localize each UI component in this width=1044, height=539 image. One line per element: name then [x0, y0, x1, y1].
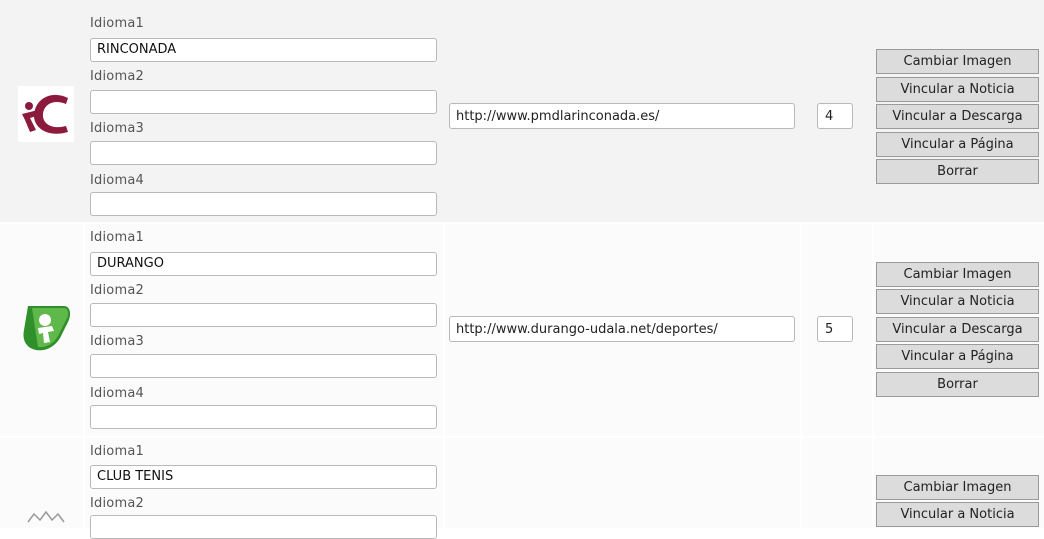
idioma3-field[interactable]	[90, 141, 437, 165]
table-row: Idioma1 CLUB TENIS Idioma2 Cambiar Image…	[0, 438, 1044, 539]
idioma1-field[interactable]: DURANGO	[90, 252, 437, 276]
names-cell: Idioma1 CLUB TENIS Idioma2	[85, 438, 443, 539]
idioma2-field[interactable]	[90, 303, 437, 327]
delete-button[interactable]: Borrar	[876, 372, 1039, 397]
table-row: Idioma1 RINCONADA Idioma2 Idioma3 Idioma…	[0, 0, 1044, 222]
order-cell	[802, 438, 872, 528]
idioma4-field[interactable]	[90, 192, 437, 216]
change-image-button[interactable]: Cambiar Imagen	[876, 262, 1039, 287]
url-field[interactable]: http://www.durango-udala.net/deportes/	[449, 316, 795, 342]
url-field[interactable]: http://www.pmdlarinconada.es/	[449, 103, 795, 129]
idioma1-field[interactable]: CLUB TENIS	[90, 465, 437, 489]
actions-cell: Cambiar Imagen Vincular a Noticia Vincul…	[874, 224, 1044, 436]
link-page-button[interactable]: Vincular a Página	[876, 344, 1039, 369]
table-row: Idioma1 DURANGO Idioma2 Idioma3 Idioma4 …	[0, 224, 1044, 436]
order-cell: 5	[802, 224, 872, 436]
url-cell: http://www.durango-udala.net/deportes/	[445, 224, 800, 436]
delete-button[interactable]: Borrar	[876, 159, 1039, 184]
actions-cell: Cambiar Imagen Vincular a Noticia	[874, 438, 1044, 528]
link-page-button[interactable]: Vincular a Página	[876, 132, 1039, 157]
idioma4-label: Idioma4	[90, 386, 144, 401]
logo-cell	[0, 224, 83, 436]
durango-logo-icon	[23, 306, 71, 351]
order-field[interactable]: 4	[817, 103, 853, 129]
link-news-button[interactable]: Vincular a Noticia	[876, 502, 1039, 527]
url-cell: http://www.pmdlarinconada.es/	[445, 0, 800, 222]
idioma1-label: Idioma1	[90, 444, 144, 459]
idioma4-field[interactable]	[90, 405, 437, 429]
logo-cell	[0, 438, 83, 528]
link-download-button[interactable]: Vincular a Descarga	[876, 317, 1039, 342]
idioma2-field[interactable]	[90, 90, 437, 114]
logo-cell	[0, 0, 83, 222]
change-image-button[interactable]: Cambiar Imagen	[876, 49, 1039, 74]
idioma4-label: Idioma4	[90, 173, 144, 188]
idioma1-label: Idioma1	[90, 16, 144, 31]
url-cell	[445, 438, 800, 528]
names-cell: Idioma1 DURANGO Idioma2 Idioma3 Idioma4	[85, 224, 443, 436]
actions-cell: Cambiar Imagen Vincular a Noticia Vincul…	[874, 0, 1044, 222]
idioma2-label: Idioma2	[90, 496, 144, 511]
link-news-button[interactable]: Vincular a Noticia	[876, 77, 1039, 102]
link-news-button[interactable]: Vincular a Noticia	[876, 289, 1039, 314]
idioma3-field[interactable]	[90, 354, 437, 378]
names-cell: Idioma1 RINCONADA Idioma2 Idioma3 Idioma…	[85, 0, 443, 222]
rinconada-logo-icon	[18, 86, 74, 142]
change-image-button[interactable]: Cambiar Imagen	[876, 475, 1039, 500]
idioma3-label: Idioma3	[90, 334, 144, 349]
idioma1-field[interactable]: RINCONADA	[90, 38, 437, 62]
order-field[interactable]: 5	[817, 316, 853, 342]
link-download-button[interactable]: Vincular a Descarga	[876, 104, 1039, 129]
idioma3-label: Idioma3	[90, 121, 144, 136]
idioma2-label: Idioma2	[90, 283, 144, 298]
order-cell: 4	[802, 0, 872, 222]
club-tenis-logo-icon	[27, 510, 65, 523]
idioma2-label: Idioma2	[90, 69, 144, 84]
idioma1-label: Idioma1	[90, 230, 144, 245]
